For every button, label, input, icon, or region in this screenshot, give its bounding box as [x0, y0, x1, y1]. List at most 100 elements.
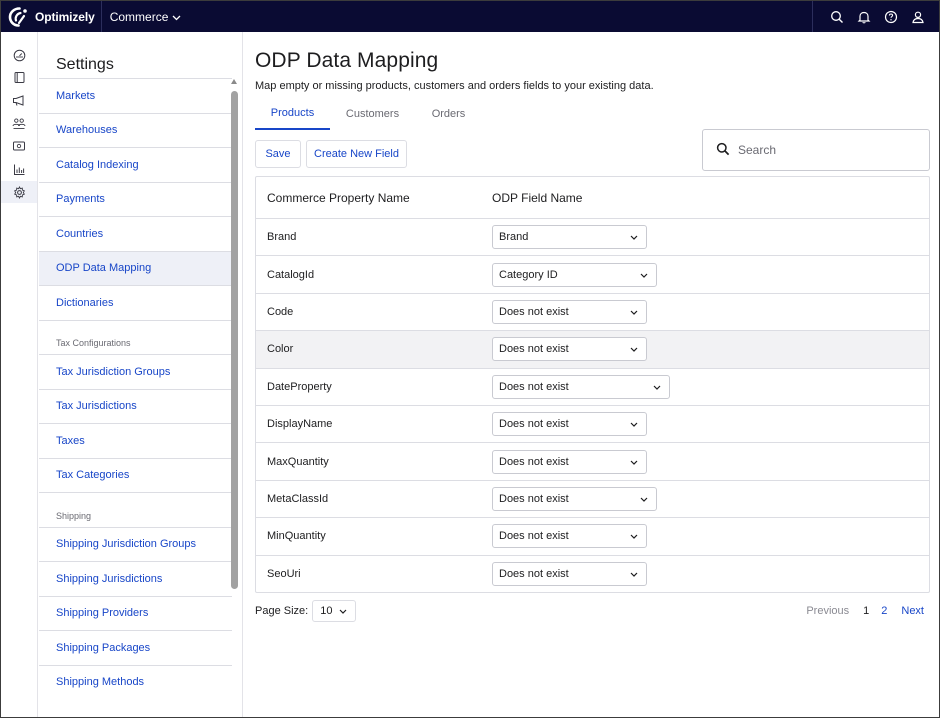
tabs: Products Customers Orders [255, 98, 482, 130]
help-icon[interactable] [877, 1, 904, 32]
user-icon[interactable] [904, 1, 931, 32]
odp-field-select[interactable]: Does not exist [492, 337, 647, 362]
field-cell: Does not exist [492, 412, 929, 437]
product-switcher[interactable]: Commerce [110, 10, 182, 24]
odp-field-select[interactable]: Does not exist [492, 449, 647, 474]
tab-customers[interactable]: Customers [330, 98, 415, 130]
field-cell: Does not exist [492, 486, 929, 511]
odp-field-select[interactable]: Does not exist [492, 486, 657, 511]
sidebar-item-tax-jurisdictions[interactable]: Tax Jurisdictions [39, 388, 232, 424]
sidebar-item-shipping-providers[interactable]: Shipping Providers [39, 595, 232, 631]
create-new-field-button[interactable]: Create New Field [306, 140, 407, 168]
sidebar-item-shipping-packages[interactable]: Shipping Packages [39, 630, 232, 665]
table-row: MetaClassId Does not exist [256, 479, 929, 517]
sidebar-item-tax-categories[interactable]: Tax Categories [39, 457, 232, 493]
sidebar-item-shipping-jurisdiction-groups[interactable]: Shipping Jurisdiction Groups [39, 526, 232, 562]
top-bar: Optimizely Commerce [1, 1, 939, 32]
odp-field-select[interactable]: Does not exist [492, 412, 647, 437]
previous-page-button[interactable]: Previous [806, 605, 849, 617]
page-1-button[interactable]: 1 [863, 605, 869, 617]
mapping-table: Commerce Property Name ODP Field Name Br… [255, 176, 930, 593]
customers-icon[interactable] [1, 112, 37, 134]
odp-field-select[interactable]: Does not exist [492, 561, 647, 586]
field-cell: Does not exist [492, 337, 929, 362]
page-title: ODP Data Mapping [255, 49, 439, 72]
settings-title: Settings [56, 56, 114, 73]
marketing-icon[interactable] [1, 89, 37, 111]
table-header: Commerce Property Name ODP Field Name [256, 177, 929, 218]
property-name: Color [267, 343, 294, 356]
property-name: MinQuantity [267, 530, 326, 543]
property-name: MaxQuantity [267, 455, 329, 468]
odp-field-value: Does not exist [499, 455, 569, 468]
page-size-select[interactable]: 10 [312, 600, 357, 622]
nav-group-shipping: Shipping [39, 492, 232, 527]
settings-icon[interactable] [1, 181, 37, 203]
scrollbar-thumb[interactable] [231, 91, 238, 589]
chevron-down-icon [630, 530, 638, 542]
scroll-up-arrow-icon[interactable] [231, 79, 237, 84]
search-box[interactable] [702, 129, 930, 171]
table-row: Code Does not exist [256, 292, 929, 330]
chevron-down-icon [168, 10, 181, 24]
table-row: Color Does not exist [256, 330, 929, 368]
field-cell: Does not exist [492, 561, 929, 586]
odp-field-select[interactable]: Does not exist [492, 524, 647, 549]
content-icon[interactable] [1, 66, 37, 88]
save-button[interactable]: Save [255, 140, 301, 168]
sidebar-item-catalog-indexing[interactable]: Catalog Indexing [39, 147, 232, 182]
sidebar-item-shipping-methods[interactable]: Shipping Methods [39, 664, 232, 700]
table-row: SeoUri Does not exist [256, 554, 929, 592]
sidebar-item-dictionaries[interactable]: Dictionaries [39, 285, 232, 320]
page-size-value: 10 [320, 605, 333, 617]
chevron-down-icon [653, 381, 661, 393]
table-row: DateProperty Does not exist [256, 367, 929, 405]
app-window: Optimizely Commerce Settings Markets War… [0, 0, 940, 718]
sidebar-item-markets[interactable]: Markets [39, 78, 232, 113]
optimizely-logo-icon [7, 6, 29, 28]
table-body: Brand Brand CatalogId Category ID Code Does n… [256, 218, 929, 592]
page-subtitle: Map empty or missing products, customers… [255, 80, 654, 92]
property-name: Code [267, 305, 294, 318]
reports-icon[interactable] [1, 158, 37, 180]
search-icon[interactable] [823, 1, 850, 32]
field-cell: Category ID [492, 262, 929, 287]
search-input[interactable] [738, 143, 908, 157]
brand-name: Optimizely [35, 9, 95, 24]
odp-field-select[interactable]: Does not exist [492, 374, 670, 399]
odp-field-value: Brand [499, 231, 529, 244]
pagination-bar: Page Size: 10 Previous 1 2 Next [255, 600, 930, 622]
sidebar-item-payments[interactable]: Payments [39, 181, 232, 217]
sidebar-item-taxes[interactable]: Taxes [39, 423, 232, 458]
property-name: CatalogId [267, 268, 315, 281]
odp-field-value: Does not exist [499, 343, 569, 356]
sidebar-item-tax-jurisdiction-groups[interactable]: Tax Jurisdiction Groups [39, 354, 232, 389]
odp-field-select[interactable]: Does not exist [492, 299, 647, 324]
chevron-down-icon [630, 231, 638, 243]
odp-field-value: Does not exist [499, 492, 569, 505]
sidebar-item-countries[interactable]: Countries [39, 216, 232, 251]
odp-field-select[interactable]: Brand [492, 225, 647, 250]
brand[interactable]: Optimizely [1, 1, 95, 32]
main-content: ODP Data Mapping Map empty or missing pr… [244, 32, 939, 717]
table-row: CatalogId Category ID [256, 255, 929, 292]
chevron-down-icon [640, 493, 648, 505]
sidebar-item-shipping-jurisdictions[interactable]: Shipping Jurisdictions [39, 561, 232, 596]
tab-products[interactable]: Products [255, 98, 330, 130]
page-2-button[interactable]: 2 [881, 605, 887, 617]
dashboard-icon[interactable] [1, 44, 37, 66]
next-page-button[interactable]: Next [901, 605, 924, 617]
bell-icon[interactable] [850, 1, 877, 32]
tab-orders[interactable]: Orders [415, 98, 482, 130]
sidebar-item-warehouses[interactable]: Warehouses [39, 112, 232, 148]
page-size-label: Page Size: [255, 605, 309, 617]
field-cell: Brand [492, 225, 929, 250]
orders-icon[interactable] [1, 135, 37, 157]
table-row: DisplayName Does not exist [256, 404, 929, 442]
odp-field-value: Category ID [499, 268, 558, 281]
settings-scrollbar[interactable] [230, 79, 239, 717]
odp-field-select[interactable]: Category ID [492, 262, 657, 287]
nav-group-tax-configurations: Tax Configurations [39, 319, 232, 355]
settings-nav: Markets Warehouses Catalog Indexing Payment… [39, 78, 232, 699]
sidebar-item-odp-data-mapping[interactable]: ODP Data Mapping [39, 250, 232, 285]
